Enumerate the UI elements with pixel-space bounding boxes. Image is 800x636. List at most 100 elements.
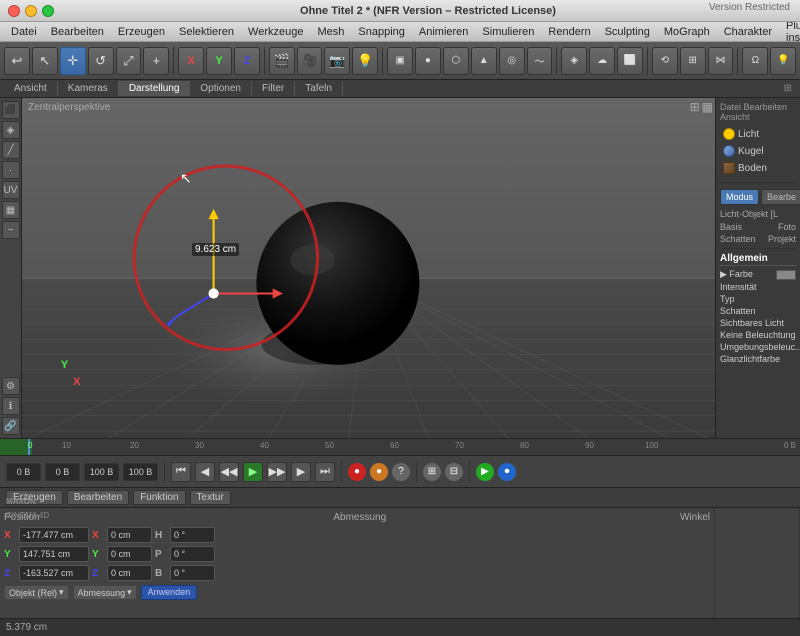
menu-snapping[interactable]: Snapping [352, 24, 411, 40]
farbe-row[interactable]: ▶ Farbe [720, 269, 796, 280]
tool-settings[interactable]: ⚙ [2, 377, 20, 395]
tool-sphere[interactable]: ● [415, 47, 441, 75]
timeline[interactable]: 0 10 20 30 40 50 60 70 80 90 100 0 B [0, 438, 800, 456]
transport-to-start[interactable]: ⏮ [171, 462, 191, 482]
menu-selektieren[interactable]: Selektieren [173, 24, 240, 40]
tool-select[interactable]: ↖ [32, 47, 58, 75]
tool-snap[interactable]: 🔗 [2, 417, 20, 435]
tool-cone[interactable]: ▲ [471, 47, 497, 75]
coord-objekt-dropdown[interactable]: Objekt (Rel) ▾ [4, 585, 69, 600]
viewport-3d[interactable]: Zentralperspektive [22, 98, 715, 438]
tool-texture[interactable]: ▦ [2, 201, 20, 219]
bottom-bearbeiten[interactable]: Bearbeiten [67, 490, 129, 505]
menu-rendern[interactable]: Rendern [542, 24, 596, 40]
prop-tab-bearbe[interactable]: Bearbe [761, 189, 800, 205]
field-end[interactable]: 100 B [84, 463, 119, 481]
tool-cylinder[interactable]: ⬡ [443, 47, 469, 75]
transport-prev-frame[interactable]: ◀ [195, 462, 215, 482]
tool-camera[interactable]: 📷 [324, 47, 350, 75]
transport-next-frame[interactable]: ▶ [291, 462, 311, 482]
bottom-textur[interactable]: Textur [190, 490, 231, 505]
menu-mograph[interactable]: MoGraph [658, 24, 716, 40]
transport-play[interactable]: ▶ [243, 462, 263, 482]
tool-sculpt2[interactable]: ~ [2, 221, 20, 239]
coord-p[interactable]: 0 ° [170, 546, 215, 562]
tool-info[interactable]: ℹ [2, 397, 20, 415]
tool-deform[interactable]: ⟲ [652, 47, 678, 75]
coord-h[interactable]: 0 ° [170, 527, 215, 543]
tool-edge[interactable]: ╱ [2, 141, 20, 159]
viewport-icon-2[interactable]: ▦ [702, 100, 713, 114]
tool-sky[interactable]: ☁ [589, 47, 615, 75]
coord-x-abm[interactable]: 0 cm [107, 527, 152, 543]
tool-rotate[interactable]: ↺ [88, 47, 114, 75]
menu-erzeugen[interactable]: Erzeugen [112, 24, 171, 40]
tool-torus[interactable]: ◎ [499, 47, 525, 75]
tab-tafeln[interactable]: Tafeln [295, 81, 343, 96]
transport-to-end[interactable]: ⏭ [315, 462, 335, 482]
coord-z-abm[interactable]: 0 cm [107, 565, 152, 581]
transport-rewind[interactable]: ◀◀ [219, 462, 239, 482]
menu-charakter[interactable]: Charakter [718, 24, 778, 40]
coord-x-pos[interactable]: -177.477 cm [19, 527, 89, 543]
menu-animieren[interactable]: Animieren [413, 24, 475, 40]
menu-werkzeuge[interactable]: Werkzeuge [242, 24, 309, 40]
tool-x-axis[interactable]: X [178, 47, 204, 75]
tool-cube[interactable]: ▣ [387, 47, 413, 75]
menu-sculpting[interactable]: Sculpting [599, 24, 656, 40]
menu-mesh[interactable]: Mesh [311, 24, 350, 40]
coord-b[interactable]: 0 ° [170, 565, 215, 581]
tool-z-axis[interactable]: Z [234, 47, 260, 75]
object-item-kugel[interactable]: Kugel [720, 143, 796, 159]
coord-y-pos[interactable]: 147.751 cm [19, 546, 89, 562]
transport-play-green[interactable]: ▶ [476, 463, 494, 481]
prop-tab-modus[interactable]: Modus [720, 189, 759, 205]
tool-xpresso[interactable]: Ω [742, 47, 768, 75]
tool-move[interactable]: ✛ [60, 47, 86, 75]
transport-record-keyframe[interactable]: ● [370, 463, 388, 481]
tool-floor[interactable]: ⬜ [617, 47, 643, 75]
close-button[interactable] [8, 5, 20, 17]
tool-field[interactable]: ⊞ [680, 47, 706, 75]
tool-add[interactable]: + [143, 47, 169, 75]
coord-z-pos[interactable]: -163.527 cm [19, 565, 89, 581]
tool-objects[interactable]: ⬛ [2, 101, 20, 119]
minimize-button[interactable] [25, 5, 37, 17]
transport-record[interactable]: ● [348, 463, 366, 481]
coord-anwenden-btn[interactable]: Anwenden [141, 585, 198, 600]
transport-record-blue[interactable]: ⏺ [498, 463, 516, 481]
tool-render2[interactable]: 🎥 [297, 47, 323, 75]
tool-undo[interactable]: ↩ [4, 47, 30, 75]
coord-y-abm[interactable]: 0 cm [107, 546, 152, 562]
tool-scale[interactable]: ⤢ [116, 47, 142, 75]
tool-effector[interactable]: ⋈ [708, 47, 734, 75]
transport-forward[interactable]: ▶▶ [267, 462, 287, 482]
tab-kameras[interactable]: Kameras [58, 81, 119, 96]
tool-uv[interactable]: UV [2, 181, 20, 199]
tool-poly[interactable]: ◈ [2, 121, 20, 139]
tool-render[interactable]: 🎬 [269, 47, 295, 75]
farbe-swatch[interactable] [776, 270, 796, 280]
tool-point[interactable]: · [2, 161, 20, 179]
transport-auto[interactable]: ? [392, 463, 410, 481]
coord-abmessung-dropdown[interactable]: Abmessung ▾ [73, 585, 137, 600]
object-item-boden[interactable]: Boden [720, 160, 796, 176]
transport-motion2[interactable]: ⊟ [445, 463, 463, 481]
menu-datei[interactable]: Datei [5, 24, 43, 40]
tab-filter[interactable]: Filter [252, 81, 295, 96]
tool-spline[interactable]: 〜 [527, 47, 553, 75]
tool-y-axis[interactable]: Y [206, 47, 232, 75]
viewport-icon-1[interactable]: ⊞ [690, 100, 700, 114]
object-item-licht[interactable]: Licht [720, 126, 796, 142]
maximize-button[interactable] [42, 5, 54, 17]
field-fps[interactable]: 100 B [123, 463, 158, 481]
tab-darstellung[interactable]: Darstellung [119, 81, 191, 96]
field-current[interactable]: 0 B [45, 463, 80, 481]
tool-light[interactable]: 💡 [352, 47, 378, 75]
transport-motion1[interactable]: ⊞ [423, 463, 441, 481]
menu-bearbeiten[interactable]: Bearbeiten [45, 24, 110, 40]
field-start[interactable]: 0 B [6, 463, 41, 481]
menu-simulieren[interactable]: Simulieren [476, 24, 540, 40]
tab-ansicht[interactable]: Ansicht [4, 81, 58, 96]
bottom-funktion[interactable]: Funktion [133, 490, 185, 505]
